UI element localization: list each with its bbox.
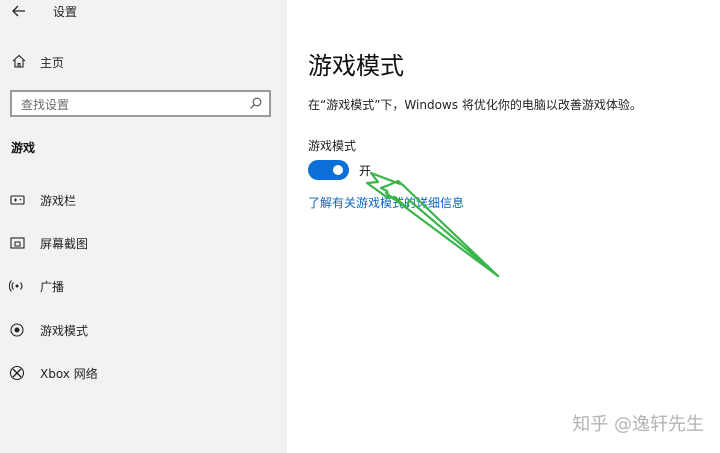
section-title: 游戏	[11, 141, 36, 155]
sidebar-item-label: 游戏模式	[40, 324, 89, 338]
page-description: 在“游戏模式”下，Windows 将优化你的电脑以改善游戏体验。	[308, 98, 642, 112]
toggle-state: 开	[359, 164, 372, 178]
sidebar-item-screenshot[interactable]: 屏幕截图	[0, 230, 287, 256]
broadcast-icon	[9, 280, 23, 292]
sidebar-item-game-bar[interactable]: 游戏栏	[0, 187, 287, 213]
screenshot-icon	[10, 237, 25, 249]
game-mode-toggle[interactable]	[308, 160, 349, 180]
game-mode-icon	[10, 323, 24, 337]
sidebar-item-home-label: 主页	[40, 56, 65, 70]
sidebar-item-home[interactable]: 主页	[0, 50, 287, 74]
sidebar-item-game-mode[interactable]: 游戏模式	[0, 317, 287, 343]
sidebar-item-broadcast[interactable]: 广播	[0, 273, 287, 299]
sidebar-item-label: 游戏栏	[40, 194, 77, 208]
sidebar-item-label: Xbox 网络	[40, 367, 98, 381]
search-placeholder: 查找设置	[21, 98, 70, 112]
back-arrow-icon	[12, 5, 25, 17]
search-icon[interactable]	[249, 97, 262, 110]
game-bar-icon	[10, 195, 25, 205]
toggle-label: 游戏模式	[308, 139, 357, 153]
search-input[interactable]: 查找设置	[10, 90, 271, 117]
page-title: 游戏模式	[308, 52, 404, 80]
sidebar-item-label: 屏幕截图	[40, 237, 89, 251]
sidebar-item-xbox[interactable]: Xbox 网络	[0, 360, 287, 386]
sidebar-item-label: 广播	[40, 280, 65, 294]
toggle-knob	[333, 165, 343, 175]
watermark-text: 知乎 @逸轩先生	[572, 414, 704, 435]
main-content: 游戏模式 在“游戏模式”下，Windows 将优化你的电脑以改善游戏体验。 游戏…	[287, 0, 720, 453]
xbox-icon	[9, 365, 25, 381]
title-bar: 设置	[0, 0, 287, 24]
home-icon	[12, 54, 26, 68]
app-title: 设置	[53, 5, 78, 19]
learn-more-link[interactable]: 了解有关游戏模式的详细信息	[308, 194, 464, 211]
back-button[interactable]	[10, 2, 28, 20]
sidebar: 设置 主页 查找设置 游戏 游戏栏 屏幕截图 广播 游戏模式 Xbox 网络	[0, 0, 287, 453]
